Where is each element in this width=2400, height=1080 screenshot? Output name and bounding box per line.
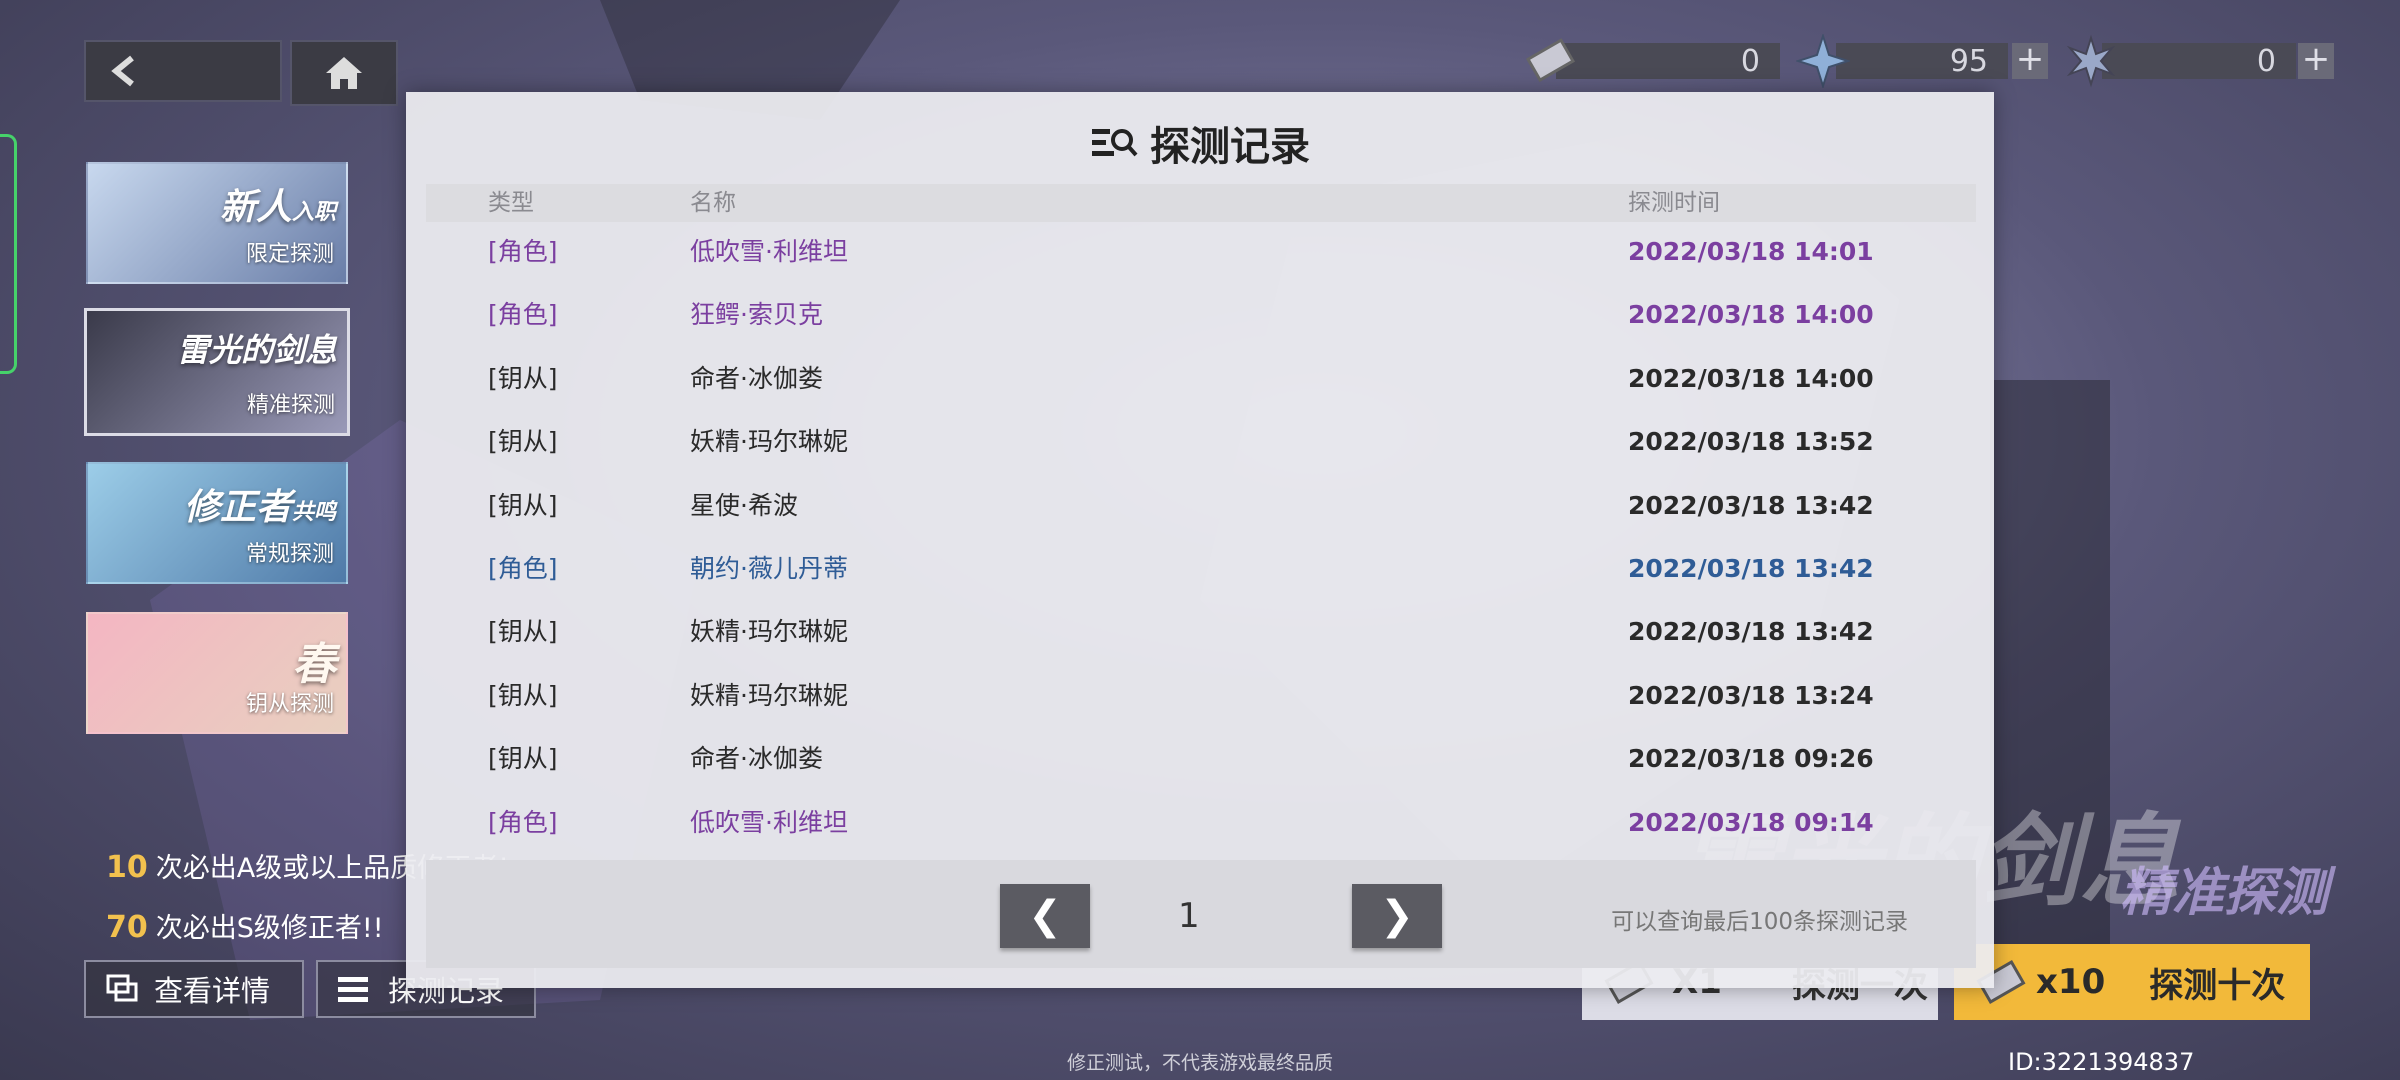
table-row: [钥从] 星使·希波 2022/03/18 13:42 bbox=[426, 476, 1976, 536]
banner-newbie-sub: 限定探测 bbox=[245, 242, 334, 267]
banner-corrector-sub: 常规探测 bbox=[245, 542, 334, 567]
table-row: [钥从] 妖精·玛尔琳妮 2022/03/18 13:24 bbox=[426, 666, 1976, 726]
row-type: [钥从] bbox=[488, 490, 558, 520]
row-type: [角色] bbox=[488, 807, 558, 837]
guarantee-note-s: 70 次必出S级修正者!! bbox=[106, 906, 384, 945]
dialog-title-text: 探测记录 bbox=[1150, 124, 1310, 170]
background-subtitle: 精准探测 bbox=[2120, 863, 2329, 923]
resource-ticket: 0 bbox=[1556, 43, 1780, 79]
edge-accent bbox=[0, 134, 17, 374]
header-name: 名称 bbox=[690, 190, 736, 216]
row-name: 朝约·薇儿丹蒂 bbox=[690, 554, 848, 583]
draw-ten-label: 探测十次 bbox=[2149, 965, 2286, 1006]
draw-ten-button[interactable]: x10 探测十次 bbox=[1954, 944, 2310, 1020]
row-type: [钥从] bbox=[488, 680, 558, 710]
table-row: [钥从] 妖精·玛尔琳妮 2022/03/18 13:42 bbox=[426, 602, 1976, 662]
row-name: 命者·冰伽娄 bbox=[690, 744, 823, 774]
row-time: 2022/03/18 13:24 bbox=[1628, 680, 1874, 710]
banner-corrector-title-small: 共鸣 bbox=[291, 500, 336, 525]
row-name: 妖精·玛尔琳妮 bbox=[690, 617, 848, 647]
guarantee-s-count: 70 bbox=[106, 910, 148, 945]
table-row: [钥从] 命者·冰伽娄 2022/03/18 09:26 bbox=[426, 729, 1976, 789]
row-type: [钥从] bbox=[488, 744, 558, 774]
row-time: 2022/03/18 13:52 bbox=[1628, 427, 1874, 457]
prev-page-button[interactable]: ❮ bbox=[1000, 884, 1090, 948]
banner-thunder[interactable]: 雷光的剑息 精准探测 bbox=[84, 308, 350, 436]
row-name: 星使·希波 bbox=[690, 490, 798, 520]
details-label: 查看详情 bbox=[154, 974, 271, 1008]
resource-crystal-value: 95 bbox=[1949, 43, 1988, 79]
home-button[interactable] bbox=[290, 40, 398, 106]
ticket-icon bbox=[1525, 38, 1576, 83]
back-arrow-icon bbox=[111, 55, 134, 87]
star-shard-icon bbox=[2066, 34, 2116, 88]
crystal-icon bbox=[1796, 34, 1850, 88]
header-type: 类型 bbox=[488, 190, 534, 216]
dialog-title: 探测记录 bbox=[406, 114, 1994, 172]
banner-corrector-title: 修正者 bbox=[183, 487, 292, 528]
row-type: [钥从] bbox=[488, 363, 558, 393]
row-time: 2022/03/18 13:42 bbox=[1628, 490, 1874, 520]
banner-spring-title: 春 bbox=[292, 639, 336, 690]
row-time: 2022/03/18 14:00 bbox=[1628, 300, 1874, 330]
banner-corrector[interactable]: 修正者共鸣 常规探测 bbox=[86, 462, 348, 584]
banner-newbie[interactable]: 新人入职 限定探测 bbox=[86, 162, 348, 284]
back-button[interactable] bbox=[84, 40, 282, 102]
row-time: 2022/03/18 09:14 bbox=[1628, 807, 1874, 837]
next-page-button[interactable]: ❯ bbox=[1352, 884, 1442, 948]
details-icon bbox=[106, 974, 138, 1002]
details-button[interactable]: 查看详情 bbox=[84, 960, 304, 1018]
row-time: 2022/03/18 14:01 bbox=[1628, 237, 1874, 266]
row-type: [角色] bbox=[488, 300, 558, 330]
draw-ten-count: x10 bbox=[2036, 962, 2106, 1002]
guarantee-a-count: 10 bbox=[106, 850, 148, 885]
row-time: 2022/03/18 13:42 bbox=[1628, 554, 1874, 583]
table-row: [角色] 低吹雪·利维坦 2022/03/18 14:01 bbox=[426, 222, 1976, 282]
page-number: 1 bbox=[1178, 896, 1200, 936]
row-name: 妖精·玛尔琳妮 bbox=[690, 427, 848, 457]
table-row: [角色] 低吹雪·利维坦 2022/03/18 09:14 bbox=[426, 793, 1976, 853]
table-header: 类型 名称 探测时间 bbox=[426, 184, 1976, 222]
crystal-plus-button[interactable]: + bbox=[2012, 42, 2048, 79]
banner-thunder-sub: 精准探测 bbox=[246, 393, 335, 418]
star-shard-plus-button[interactable]: + bbox=[2298, 42, 2334, 79]
table-row: [钥从] 妖精·玛尔琳妮 2022/03/18 13:52 bbox=[426, 412, 1976, 472]
user-id: ID:3221394837 bbox=[2008, 1048, 2195, 1076]
resource-crystal: 95 bbox=[1836, 43, 2008, 79]
record-search-icon bbox=[1092, 129, 1138, 157]
row-name: 妖精·玛尔琳妮 bbox=[690, 680, 848, 710]
banner-newbie-title: 新人 bbox=[219, 187, 292, 228]
table-row: [角色] 狂鳄·索贝克 2022/03/18 14:00 bbox=[426, 285, 1976, 345]
records-limit-hint: 可以查询最后100条探测记录 bbox=[1611, 909, 1908, 935]
row-time: 2022/03/18 13:42 bbox=[1628, 617, 1874, 647]
row-name: 狂鳄·索贝克 bbox=[690, 300, 823, 330]
list-icon bbox=[338, 977, 368, 1002]
home-icon bbox=[326, 57, 362, 89]
row-type: [钥从] bbox=[488, 617, 558, 647]
row-name: 低吹雪·利维坦 bbox=[690, 237, 848, 266]
records-dialog: 探测记录 类型 名称 探测时间 [角色] 低吹雪·利维坦 2022/03/18 14… bbox=[406, 92, 1994, 988]
table-row: [钥从] 命者·冰伽娄 2022/03/18 14:00 bbox=[426, 349, 1976, 409]
banner-newbie-title-small: 入职 bbox=[291, 200, 336, 225]
resource-star-shard-value: 0 bbox=[2256, 43, 2276, 79]
row-name: 低吹雪·利维坦 bbox=[690, 807, 848, 837]
guarantee-s-text: 次必出S级修正者!! bbox=[155, 913, 384, 944]
resource-ticket-value: 0 bbox=[1740, 43, 1760, 79]
row-name: 命者·冰伽娄 bbox=[690, 363, 823, 393]
row-time: 2022/03/18 09:26 bbox=[1628, 744, 1874, 774]
resource-star-shard: 0 bbox=[2102, 43, 2296, 79]
header-time: 探测时间 bbox=[1628, 190, 1720, 216]
row-type: [钥从] bbox=[488, 427, 558, 457]
table-row: [角色] 朝约·薇儿丹蒂 2022/03/18 13:42 bbox=[426, 539, 1976, 599]
pagination: ❮ 1 ❯ 可以查询最后100条探测记录 bbox=[426, 860, 1976, 968]
banner-spring-sub: 钥从探测 bbox=[245, 692, 334, 717]
row-type: [角色] bbox=[488, 237, 558, 266]
banner-thunder-title: 雷光的剑息 bbox=[176, 331, 337, 369]
row-time: 2022/03/18 14:00 bbox=[1628, 363, 1874, 393]
banner-spring[interactable]: 春 钥从探测 bbox=[86, 612, 348, 734]
row-type: [角色] bbox=[488, 554, 558, 583]
